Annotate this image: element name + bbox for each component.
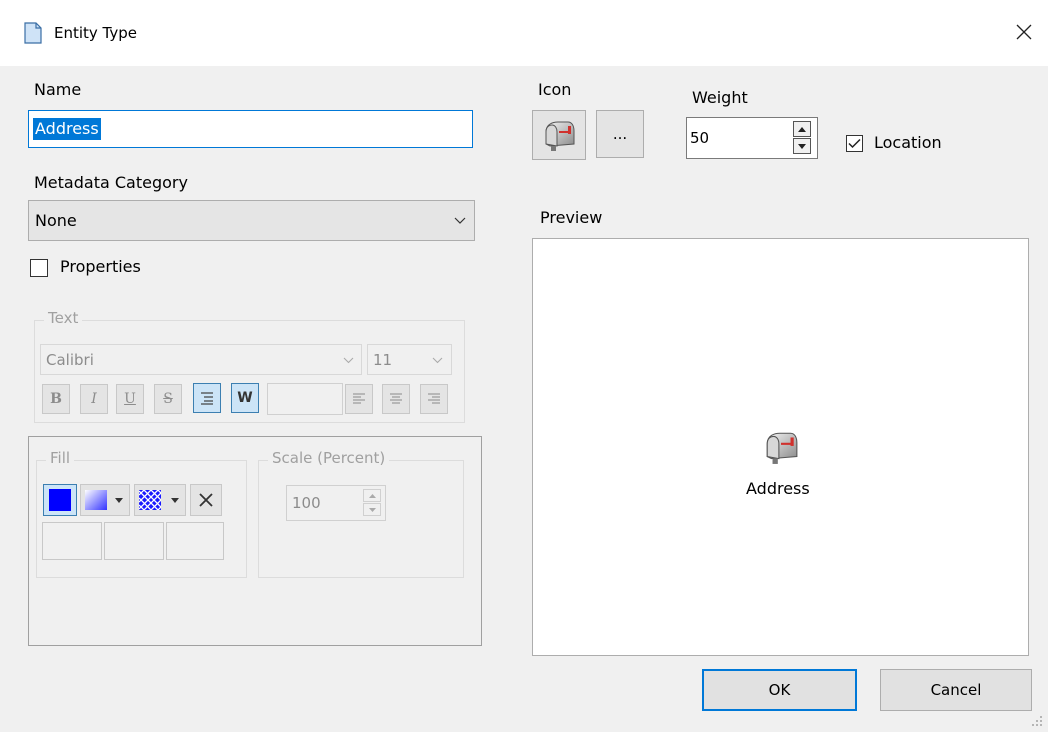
fill-swatch-3[interactable] (166, 522, 224, 560)
window-title: Entity Type (54, 24, 138, 42)
pattern-icon (139, 490, 161, 510)
preview-pane: Address (532, 238, 1029, 656)
arrow-down-icon (798, 143, 806, 149)
underline-button[interactable]: U (116, 384, 144, 414)
mailbox-icon (545, 121, 575, 151)
checkmark-icon (848, 138, 861, 149)
weight-down-button[interactable] (793, 138, 811, 154)
font-size-select[interactable]: 11 (367, 344, 452, 375)
icon-label: Icon (538, 80, 572, 99)
fill-color-swatch (49, 489, 71, 511)
scale-spinner[interactable]: 100 (286, 485, 386, 521)
align-right-button[interactable] (420, 384, 448, 414)
scale-group-legend: Scale (Percent) (268, 449, 390, 467)
italic-button[interactable]: I (80, 384, 108, 414)
align-center-icon (390, 393, 402, 404)
preview-entity-label: Address (746, 479, 810, 498)
metadata-category-value: None (35, 211, 77, 230)
ok-button[interactable]: OK (702, 669, 857, 711)
weight-label: Weight (692, 88, 748, 107)
mailbox-icon (766, 432, 798, 464)
weight-spinner[interactable]: 50 (686, 117, 818, 159)
close-icon (199, 493, 213, 507)
name-input-value: Address (33, 118, 101, 140)
wrap-text-icon (201, 392, 213, 405)
chevron-down-icon (343, 357, 354, 364)
dropdown-arrow-icon (115, 498, 123, 503)
align-left-button[interactable] (345, 384, 373, 414)
browse-icon-button[interactable]: ... (596, 110, 644, 158)
cancel-button[interactable]: Cancel (880, 669, 1032, 711)
properties-checkbox[interactable] (30, 259, 48, 277)
resize-grip-icon[interactable] (1028, 712, 1044, 728)
weight-value: 50 (690, 129, 710, 147)
preview-label: Preview (540, 208, 603, 227)
text-group-legend: Text (44, 309, 83, 327)
dropdown-arrow-icon (171, 498, 179, 503)
font-select[interactable]: Calibri (40, 344, 362, 375)
text-color-box[interactable] (267, 383, 343, 415)
metadata-category-label: Metadata Category (34, 173, 188, 192)
word-wrap-button[interactable]: W (231, 383, 259, 413)
font-size-value: 11 (373, 351, 393, 369)
chevron-down-icon (454, 217, 466, 224)
strikethrough-button[interactable]: S (154, 384, 182, 414)
arrow-up-icon (798, 126, 806, 132)
close-icon (1016, 24, 1032, 40)
clear-fill-button[interactable] (190, 484, 222, 516)
fill-swatch-1[interactable] (42, 522, 102, 560)
fill-color-button[interactable] (43, 484, 77, 516)
name-label: Name (34, 80, 82, 99)
properties-label: Properties (60, 257, 141, 276)
scale-down-button[interactable] (363, 503, 381, 516)
location-label: Location (874, 133, 942, 152)
font-select-value: Calibri (46, 351, 94, 369)
fill-group (36, 460, 247, 578)
pattern-button[interactable] (134, 484, 186, 516)
weight-up-button[interactable] (793, 121, 811, 137)
location-checkbox[interactable] (846, 135, 863, 152)
arrow-up-icon (368, 493, 376, 498)
bold-button[interactable]: B (42, 384, 70, 414)
align-right-icon (428, 393, 440, 404)
wrap-text-button[interactable] (193, 383, 221, 413)
gradient-button[interactable] (80, 484, 130, 516)
metadata-category-select[interactable]: None (28, 200, 475, 241)
align-left-icon (353, 393, 365, 404)
align-center-button[interactable] (382, 384, 410, 414)
arrow-down-icon (368, 507, 376, 512)
gradient-icon (85, 490, 107, 510)
scale-value: 100 (292, 494, 321, 512)
scale-up-button[interactable] (363, 489, 381, 502)
name-input[interactable]: Address (28, 110, 473, 148)
icon-preview-button[interactable] (532, 110, 586, 160)
fill-group-legend: Fill (46, 449, 75, 467)
document-icon (24, 22, 42, 44)
fill-swatch-2[interactable] (104, 522, 164, 560)
title-bar: Entity Type (0, 0, 1048, 66)
close-button[interactable] (1006, 14, 1042, 50)
chevron-down-icon (432, 357, 443, 364)
